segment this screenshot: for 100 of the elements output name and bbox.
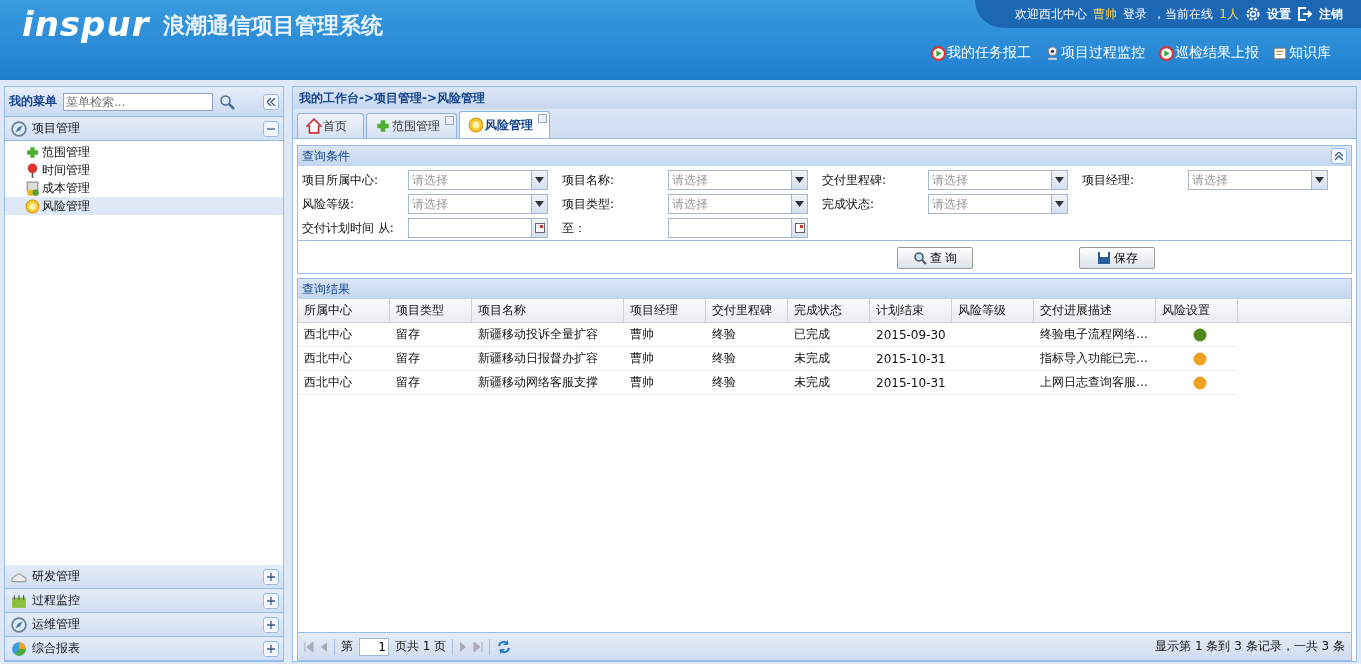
online-count: 1人 xyxy=(1219,5,1239,23)
page-prefix: 第 xyxy=(341,638,353,655)
column-header[interactable]: 交付进展描述 xyxy=(1034,299,1156,322)
field-label: 项目名称: xyxy=(562,171,616,189)
field-label: 风险等级: xyxy=(302,195,356,213)
menu-group-label: 研发管理 xyxy=(32,568,80,585)
table-cell: 曹帅 xyxy=(624,371,706,395)
panel-title: 查询条件 xyxy=(302,147,350,165)
search-icon xyxy=(912,251,927,265)
coin-icon xyxy=(25,198,40,214)
welcome-text: 欢迎西北中心 xyxy=(1015,5,1088,23)
date-field[interactable] xyxy=(408,218,548,238)
search-button[interactable]: 查 询 xyxy=(897,247,973,269)
notepad-icon xyxy=(1273,45,1288,61)
tab[interactable]: 首页 xyxy=(297,113,364,138)
compass-icon xyxy=(11,120,27,137)
menu-group-header[interactable]: 运维管理 xyxy=(5,613,283,637)
login-text: 登录 xyxy=(1123,5,1148,23)
page-input[interactable]: 1 xyxy=(359,637,389,656)
breadcrumb: 我的工作台->项目管理->风险管理 xyxy=(293,87,1356,109)
menu-group-label: 综合报表 xyxy=(32,640,80,657)
menu-group-header[interactable]: 过程监控 xyxy=(5,589,283,613)
expand-group-button[interactable] xyxy=(263,616,279,633)
table-cell: 指标导入功能已完… xyxy=(1034,347,1156,371)
logout-icon[interactable] xyxy=(1297,6,1313,22)
menu-group-label: 项目管理 xyxy=(32,120,80,137)
menu-group-header[interactable]: 综合报表 xyxy=(5,637,283,661)
column-header[interactable]: 项目类型 xyxy=(390,299,472,322)
status-dot-icon[interactable] xyxy=(1193,327,1207,342)
menu-item[interactable]: 风险管理 xyxy=(5,197,283,215)
table-cell: 未完成 xyxy=(788,347,870,371)
settings-icon[interactable] xyxy=(1245,6,1261,22)
header-link[interactable]: 项目过程监控 xyxy=(1045,44,1145,62)
column-header[interactable]: 交付里程碑 xyxy=(706,299,788,322)
record-summary: 显示第 1 条到 3 条记录，一共 3 条 xyxy=(1155,638,1345,655)
header-link[interactable]: 巡检结果上报 xyxy=(1159,44,1259,62)
refresh-button[interactable] xyxy=(496,638,513,655)
collapse-button[interactable] xyxy=(263,93,279,110)
column-header[interactable]: 项目名称 xyxy=(472,299,624,322)
calendar-icon xyxy=(11,592,27,609)
first-page-icon xyxy=(304,641,314,652)
expand-group-button[interactable] xyxy=(263,592,279,609)
double-chevron-up-icon xyxy=(1335,151,1343,161)
field-label: 交付里程碑: xyxy=(822,171,888,189)
table-cell: 终验电子流程网络… xyxy=(1034,323,1156,347)
column-header[interactable]: 风险等级 xyxy=(952,299,1034,322)
settings-link[interactable]: 设置 xyxy=(1267,5,1291,23)
column-header[interactable]: 完成状态 xyxy=(788,299,870,322)
search-icon[interactable] xyxy=(219,93,235,110)
table-cell: 新疆移动网络客服支撑 xyxy=(472,371,624,395)
menu-item[interactable]: 时间管理 xyxy=(5,161,283,179)
status-dot-icon[interactable] xyxy=(1193,351,1207,366)
date-field[interactable] xyxy=(668,218,808,238)
field-label: 项目经理: xyxy=(1082,171,1136,189)
column-header[interactable]: 风险设置 xyxy=(1156,299,1238,322)
expand-group-button[interactable] xyxy=(263,640,279,657)
save-button[interactable]: 保存 xyxy=(1079,247,1155,269)
first-page-button[interactable] xyxy=(304,641,314,652)
menu-item[interactable]: 成本管理 xyxy=(5,179,283,197)
table-cell: 终验 xyxy=(706,347,788,371)
caret-icon xyxy=(795,177,804,183)
menu-group-header[interactable]: 研发管理 xyxy=(5,565,283,589)
next-page-button[interactable] xyxy=(459,641,468,652)
header-link[interactable]: 我的任务报工 xyxy=(931,44,1031,62)
header-link[interactable]: 知识库 xyxy=(1273,44,1331,62)
column-header[interactable]: 所属中心 xyxy=(298,299,390,322)
table-cell: 新疆移动日报督办扩容 xyxy=(472,347,624,371)
logout-link[interactable]: 注销 xyxy=(1319,5,1343,23)
column-header[interactable]: 计划结束 xyxy=(870,299,952,322)
tab-close-icon[interactable] xyxy=(445,116,454,125)
money-icon xyxy=(25,180,40,196)
field-label: 至： xyxy=(562,219,587,237)
field-label: 完成状态: xyxy=(822,195,876,213)
collapse-panel-button[interactable] xyxy=(1331,148,1347,164)
table-cell: 2015-09-30 xyxy=(870,323,952,347)
table-cell: 西北中心 xyxy=(298,347,390,371)
tab-close-icon[interactable] xyxy=(538,114,547,123)
menu-search-field[interactable]: 菜单检索... xyxy=(63,92,213,111)
collapse-group-button[interactable] xyxy=(263,120,279,137)
caret-icon xyxy=(1055,177,1064,183)
compass-icon xyxy=(11,616,27,633)
refresh-icon xyxy=(496,638,513,655)
tab[interactable]: 风险管理 xyxy=(459,111,550,138)
status-dot-icon[interactable] xyxy=(1193,375,1207,390)
calendar-icon xyxy=(534,223,545,233)
right-arrow-icon xyxy=(459,641,468,652)
menu-group-header[interactable]: 项目管理 xyxy=(5,117,283,141)
last-page-icon xyxy=(473,641,484,652)
menu-item[interactable]: 范围管理 xyxy=(5,143,283,161)
expand-group-button[interactable] xyxy=(263,568,279,585)
prev-page-button[interactable] xyxy=(320,641,328,652)
column-header[interactable]: 项目经理 xyxy=(624,299,706,322)
menu-group-label: 运维管理 xyxy=(32,616,80,633)
last-page-button[interactable] xyxy=(473,641,484,652)
caret-icon xyxy=(795,201,804,207)
panel-title: 查询结果 xyxy=(302,280,350,298)
online-label: ，当前在线 xyxy=(1153,5,1214,23)
logo: inspur xyxy=(22,6,150,42)
field-label: 交付计划时间 从: xyxy=(302,219,395,237)
tab[interactable]: 范围管理 xyxy=(366,113,457,138)
